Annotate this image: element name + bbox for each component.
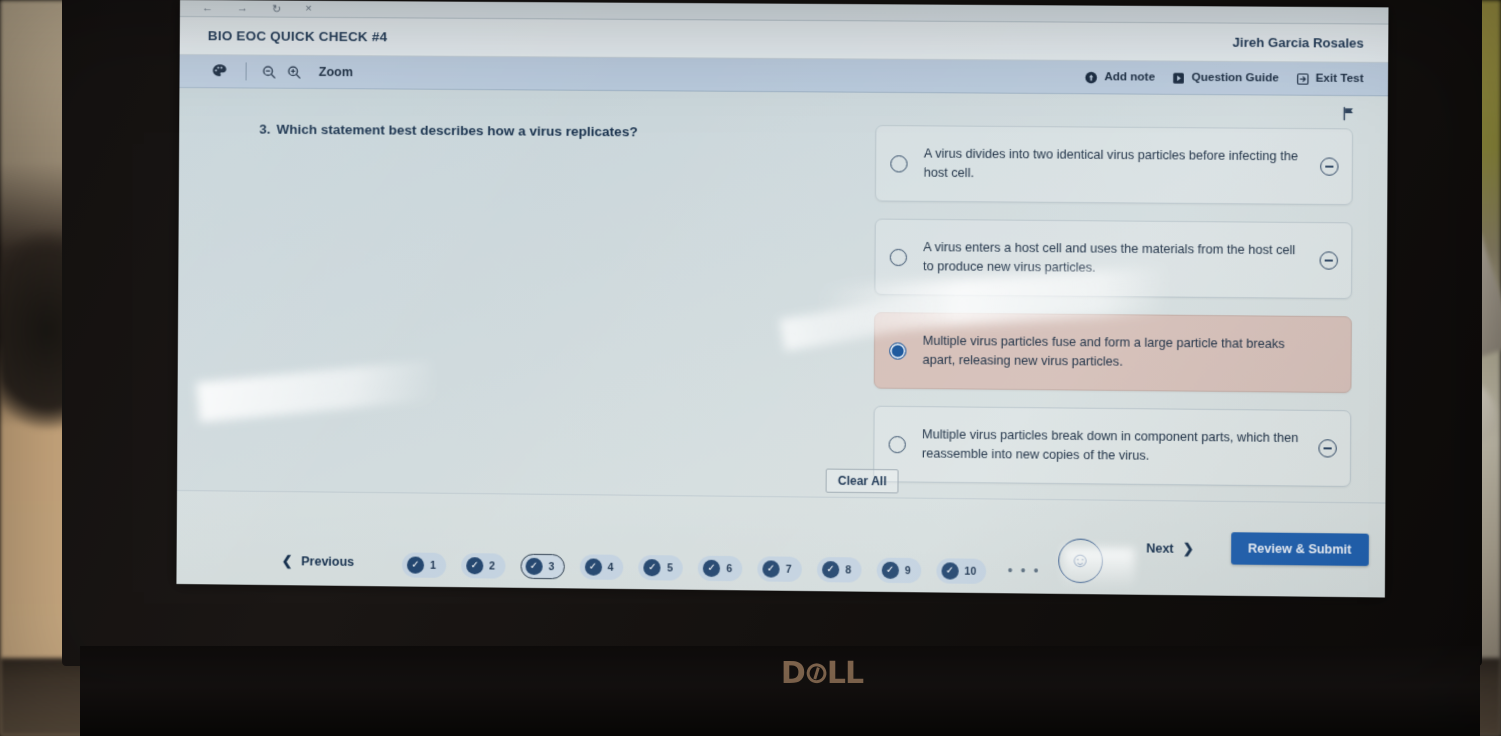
smiley-face-icon[interactable]: ☺ xyxy=(1057,538,1103,584)
toolbar-right-group: Add note Question Guide Exit Test xyxy=(1085,71,1364,86)
question-nav-item-5[interactable]: ✓ 5 xyxy=(638,555,684,581)
zoom-label: Zoom xyxy=(318,64,353,80)
answered-check-icon: ✓ xyxy=(406,556,425,574)
question-number-nav: ✓ 1 ✓ 2 ✓ 3 ✓ 4 ✓ 5 ✓ 6 ✓ 7 ✓ 8 ✓ 9 ✓ 10 • • • ☺ xyxy=(401,531,1103,585)
question-nav-label: 7 xyxy=(785,563,792,576)
answer-option-c[interactable]: Multiple virus particles fuse and form a… xyxy=(873,312,1352,394)
laptop-screen: ← → ↻ × BIO EOC QUICK CHECK #4 Jireh Gar… xyxy=(176,0,1389,598)
next-chevron-icon: ❯ xyxy=(1182,541,1194,557)
browser-reload-icon[interactable]: ↻ xyxy=(272,2,281,15)
answered-check-icon: ✓ xyxy=(881,561,899,579)
exit-test-icon xyxy=(1296,72,1309,85)
review-submit-button[interactable]: Review & Submit xyxy=(1230,532,1369,567)
test-title: BIO EOC QUICK CHECK #4 xyxy=(207,28,388,45)
toolbar-left-group: Zoom xyxy=(210,61,353,82)
question-nav-item-2[interactable]: ✓ 2 xyxy=(460,553,506,579)
radio-button-a[interactable] xyxy=(890,154,908,173)
add-note-icon xyxy=(1085,71,1098,84)
toolbar-divider xyxy=(245,62,247,81)
question-nav-label: 6 xyxy=(726,562,733,575)
answered-check-icon: ✓ xyxy=(643,559,661,577)
add-note-button[interactable]: Add note xyxy=(1085,71,1155,85)
question-nav-item-9[interactable]: ✓ 9 xyxy=(876,557,921,584)
dell-logo: D ⊘ LL xyxy=(762,652,882,694)
answer-option-b[interactable]: A virus enters a host cell and uses the … xyxy=(874,218,1353,300)
next-label: Next xyxy=(1146,540,1174,556)
question-nav-item-1[interactable]: ✓ 1 xyxy=(401,552,447,578)
radio-button-b[interactable] xyxy=(889,248,908,266)
answer-option-a-text: A virus divides into two identical virus… xyxy=(923,146,1299,181)
clear-all-button[interactable]: Clear All xyxy=(825,468,899,494)
question-nav-item-6[interactable]: ✓ 6 xyxy=(697,555,743,582)
next-button[interactable]: Next ❯ xyxy=(1146,540,1193,556)
answer-options: A virus divides into two identical virus… xyxy=(873,124,1354,504)
question-nav-label: 10 xyxy=(964,565,977,578)
browser-close-icon[interactable]: × xyxy=(305,3,312,15)
question-guide-icon xyxy=(1172,71,1185,84)
question-guide-button[interactable]: Question Guide xyxy=(1172,71,1279,85)
question-nav-label: 3 xyxy=(548,560,555,573)
answered-check-icon: ✓ xyxy=(584,558,602,576)
answer-option-a[interactable]: A virus divides into two identical virus… xyxy=(874,124,1354,206)
answer-option-d[interactable]: Multiple virus particles break down in c… xyxy=(873,405,1352,488)
eliminate-icon-a[interactable] xyxy=(1320,157,1339,176)
dell-logo-rest: LL xyxy=(826,655,864,691)
add-note-label: Add note xyxy=(1104,71,1156,84)
eliminate-icon-b[interactable] xyxy=(1319,251,1339,270)
question-number: 3. xyxy=(259,121,271,137)
answered-check-icon: ✓ xyxy=(941,562,959,580)
radio-button-c[interactable] xyxy=(889,341,907,360)
answered-check-icon: ✓ xyxy=(525,557,543,576)
question-nav-label: 4 xyxy=(607,561,614,574)
question-nav-ellipsis[interactable]: • • • xyxy=(1008,562,1041,578)
eliminate-icon-d[interactable] xyxy=(1318,439,1337,458)
photo-scene: D ⊘ LL ← → ↻ × BIO EOC QUICK CHECK #4 Jire… xyxy=(0,0,1501,736)
palette-icon[interactable] xyxy=(210,61,230,81)
question-content: 3. Which statement best describes how a v… xyxy=(176,87,1388,598)
question-nav-item-7[interactable]: ✓ 7 xyxy=(757,556,802,582)
question-nav-label: 5 xyxy=(666,561,673,574)
answer-option-c-text: Multiple virus particles fuse and form a… xyxy=(922,333,1285,369)
previous-label: Previous xyxy=(301,553,355,569)
footer-navigation: ❮ Previous ✓ 1 ✓ 2 ✓ 3 ✓ 4 ✓ 5 ✓ 6 ✓ 7 ✓ 8 ✓ 9 ✓ 10 • • • ☺ N… xyxy=(176,489,1386,598)
previous-chevron-icon: ❮ xyxy=(281,554,293,569)
previous-button[interactable]: ❮ Previous xyxy=(282,553,355,569)
question-text: 3. Which statement best describes how a v… xyxy=(259,121,823,143)
question-row: 3. Which statement best describes how a v… xyxy=(179,120,1387,488)
question-nav-item-8[interactable]: ✓ 8 xyxy=(816,556,862,583)
browser-back-icon[interactable]: ← xyxy=(202,2,213,14)
question-prompt: Which statement best describes how a vir… xyxy=(276,121,638,140)
zoom-in-icon[interactable] xyxy=(286,64,302,80)
answered-check-icon: ✓ xyxy=(762,560,780,578)
exit-test-label: Exit Test xyxy=(1315,72,1364,86)
answer-option-d-text: Multiple virus particles break down in c… xyxy=(921,427,1299,463)
student-name: Jireh Garcia Rosales xyxy=(1232,34,1364,51)
laptop: D ⊘ LL ← → ↻ × BIO EOC QUICK CHECK #4 Jire… xyxy=(62,0,1482,736)
zoom-out-icon[interactable] xyxy=(261,64,277,80)
question-nav-label: 8 xyxy=(845,563,852,576)
answered-check-icon: ✓ xyxy=(703,559,721,578)
answered-check-icon: ✓ xyxy=(821,561,840,579)
flag-icon[interactable] xyxy=(1339,104,1357,122)
browser-forward-icon[interactable]: → xyxy=(237,2,248,14)
question-nav-label: 2 xyxy=(489,559,496,572)
question-nav-item-3[interactable]: ✓ 3 xyxy=(520,553,565,580)
question-nav-item-10[interactable]: ✓ 10 xyxy=(935,558,987,584)
radio-button-d[interactable] xyxy=(888,435,906,453)
answered-check-icon: ✓ xyxy=(466,557,484,575)
answer-option-b-text: A virus enters a host cell and uses the … xyxy=(923,240,1296,275)
question-nav-label: 1 xyxy=(430,559,436,572)
zoom-controls: Zoom xyxy=(261,64,353,81)
exit-test-button[interactable]: Exit Test xyxy=(1296,72,1364,86)
question-nav-label: 9 xyxy=(904,564,911,577)
question-guide-label: Question Guide xyxy=(1191,71,1279,85)
question-nav-item-4[interactable]: ✓ 4 xyxy=(579,554,624,580)
